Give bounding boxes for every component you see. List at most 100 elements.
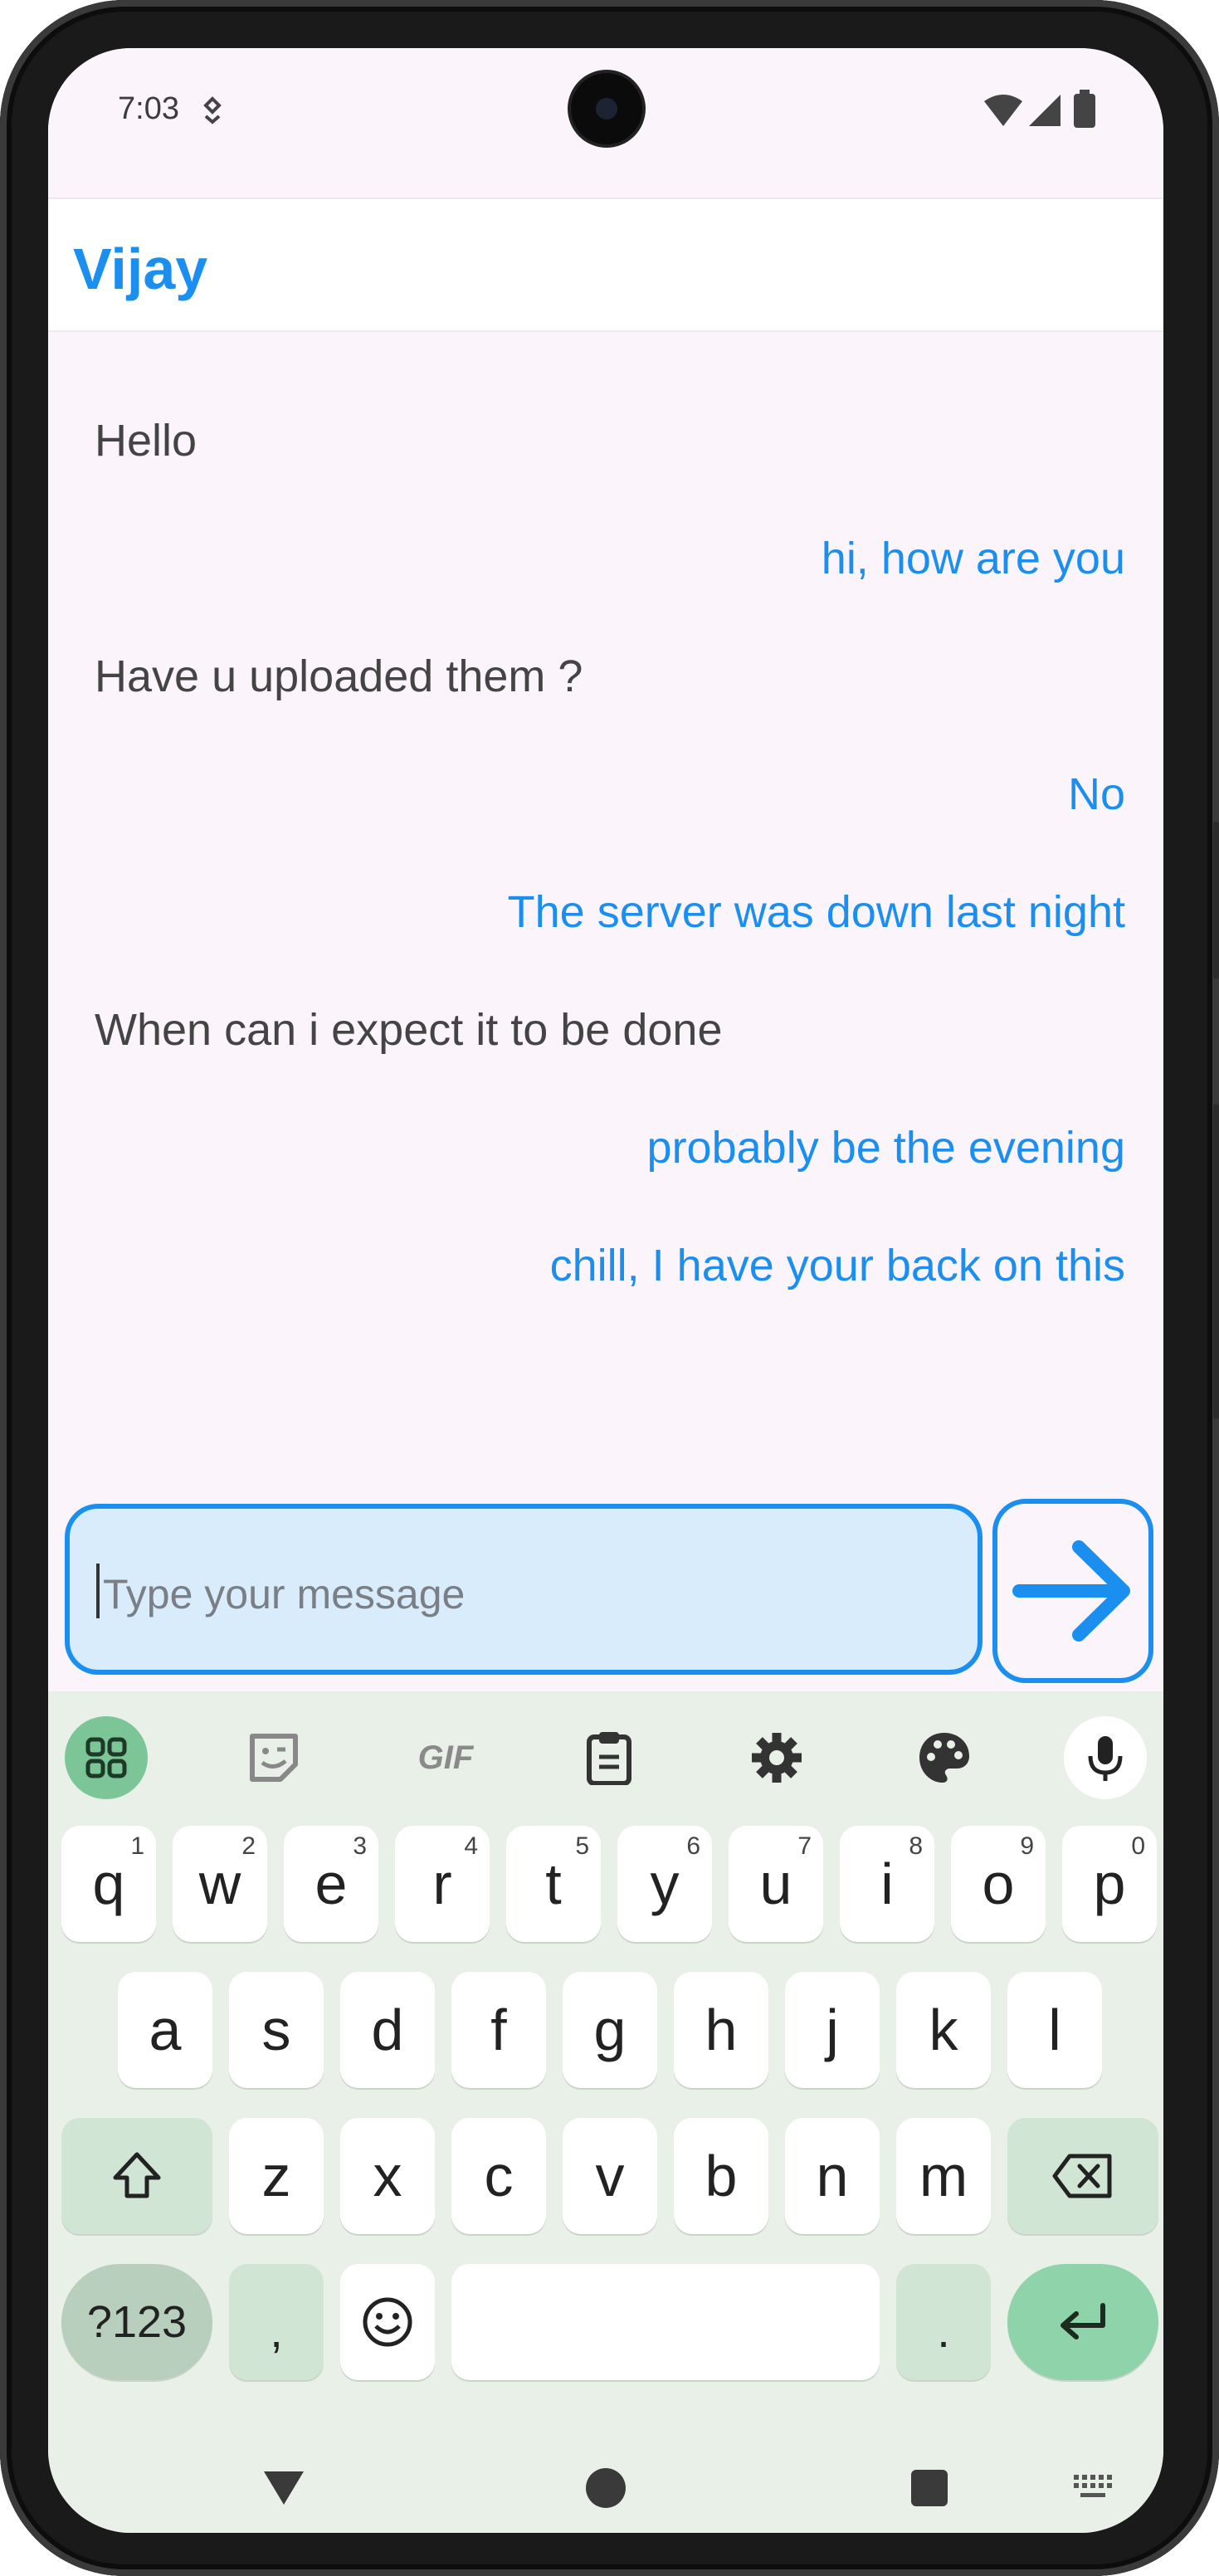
key-label: n bbox=[816, 2144, 849, 2208]
message-outgoing: chill, I have your back on this bbox=[549, 1241, 1125, 1290]
key-k[interactable]: k bbox=[896, 1972, 991, 2088]
key-g[interactable]: g bbox=[563, 1972, 657, 2088]
send-button[interactable] bbox=[992, 1499, 1153, 1683]
navigation-bar bbox=[48, 2450, 1163, 2533]
message-input[interactable]: Type your message bbox=[65, 1504, 983, 1675]
key-w[interactable]: w2 bbox=[173, 1826, 267, 1942]
message-outgoing: No bbox=[1067, 769, 1125, 819]
key-p[interactable]: p0 bbox=[1062, 1826, 1157, 1942]
key-label: i bbox=[880, 1852, 894, 1916]
location-icon bbox=[201, 96, 224, 129]
comma-key[interactable]: , bbox=[229, 2264, 324, 2380]
key-q[interactable]: q1 bbox=[61, 1826, 156, 1942]
palette-icon[interactable] bbox=[903, 1716, 986, 1799]
arrow-right-icon bbox=[1012, 1540, 1130, 1642]
status-bar: 7:03 bbox=[48, 48, 1163, 198]
key-label: b bbox=[705, 2144, 738, 2208]
key-hint: 2 bbox=[241, 1832, 256, 1860]
key-label: m bbox=[919, 2144, 968, 2208]
message-incoming: Hello bbox=[95, 416, 197, 466]
key-f[interactable]: f bbox=[451, 1972, 546, 2088]
key-hint: 5 bbox=[575, 1832, 589, 1860]
key-l[interactable]: l bbox=[1007, 1972, 1102, 2088]
key-label: x bbox=[373, 2144, 402, 2208]
key-hint: 6 bbox=[686, 1832, 700, 1860]
key-label: ?123 bbox=[86, 2297, 188, 2347]
enter-icon bbox=[1061, 2303, 1105, 2339]
key-n[interactable]: n bbox=[785, 2118, 880, 2234]
key-label: o bbox=[982, 1852, 1015, 1916]
volume-button bbox=[1213, 1104, 1219, 1419]
symbols-key[interactable]: ?123 bbox=[61, 2264, 212, 2380]
key-label: v bbox=[595, 2144, 625, 2208]
message-input-placeholder: Type your message bbox=[103, 1571, 466, 1617]
key-label: u bbox=[759, 1852, 792, 1916]
wifi-icon bbox=[984, 95, 1022, 130]
key-label: j bbox=[826, 1998, 839, 2062]
message-list[interactable]: Hello hi, how are you Have u uploaded th… bbox=[48, 332, 1163, 1535]
key-t[interactable]: t5 bbox=[506, 1826, 601, 1942]
key-hint: 4 bbox=[464, 1832, 478, 1860]
space-key[interactable] bbox=[451, 2264, 880, 2380]
shift-key[interactable] bbox=[61, 2118, 212, 2234]
period-key[interactable]: . bbox=[896, 2264, 991, 2380]
key-label: z bbox=[261, 2144, 291, 2208]
power-button bbox=[1213, 822, 1219, 979]
key-label: k bbox=[929, 1998, 958, 2062]
key-d[interactable]: d bbox=[340, 1972, 435, 2088]
key-label: t bbox=[545, 1852, 562, 1916]
key-i[interactable]: i8 bbox=[840, 1826, 934, 1942]
key-label: e bbox=[315, 1852, 348, 1916]
key-label: r bbox=[432, 1852, 452, 1916]
key-o[interactable]: o9 bbox=[951, 1826, 1046, 1942]
apps-grid-icon[interactable] bbox=[65, 1716, 148, 1799]
key-a[interactable]: a bbox=[118, 1972, 212, 2088]
emoji-key[interactable] bbox=[340, 2264, 435, 2380]
sticker-icon[interactable] bbox=[232, 1716, 315, 1799]
contact-name: Vijay bbox=[73, 237, 208, 301]
backspace-key[interactable] bbox=[1007, 2118, 1158, 2234]
key-label: p bbox=[1093, 1852, 1126, 1916]
back-icon[interactable] bbox=[261, 2466, 307, 2510]
key-hint: 8 bbox=[909, 1832, 923, 1860]
key-hint: 9 bbox=[1020, 1832, 1034, 1860]
app-bar: Vijay bbox=[48, 198, 1163, 332]
key-e[interactable]: e3 bbox=[284, 1826, 378, 1942]
key-m[interactable]: m bbox=[896, 2118, 991, 2234]
key-hint: 3 bbox=[353, 1832, 367, 1860]
key-label: l bbox=[1048, 1998, 1061, 2062]
key-v[interactable]: v bbox=[563, 2118, 657, 2234]
enter-key[interactable] bbox=[1007, 2264, 1158, 2380]
gif-icon[interactable]: GIF bbox=[400, 1716, 491, 1799]
key-h[interactable]: h bbox=[674, 1972, 768, 2088]
key-c[interactable]: c bbox=[451, 2118, 546, 2234]
key-z[interactable]: z bbox=[229, 2118, 324, 2234]
key-hint: 7 bbox=[797, 1832, 812, 1860]
key-label: . bbox=[937, 2304, 950, 2357]
keyboard-switch-icon[interactable] bbox=[1072, 2473, 1114, 2505]
backspace-icon bbox=[1052, 2154, 1112, 2198]
message-outgoing: probably be the evening bbox=[646, 1123, 1125, 1173]
mic-icon[interactable] bbox=[1064, 1716, 1147, 1799]
key-u[interactable]: u7 bbox=[729, 1826, 823, 1942]
clipboard-icon[interactable] bbox=[568, 1716, 651, 1799]
key-label: a bbox=[149, 1998, 182, 2062]
key-label: w bbox=[198, 1852, 241, 1916]
gif-label: GIF bbox=[417, 1739, 474, 1776]
key-y[interactable]: y6 bbox=[617, 1826, 712, 1942]
key-j[interactable]: j bbox=[785, 1972, 880, 2088]
key-r[interactable]: r4 bbox=[395, 1826, 490, 1942]
settings-icon[interactable] bbox=[735, 1716, 818, 1799]
home-icon[interactable] bbox=[584, 2466, 627, 2514]
message-incoming: Have u uploaded them ? bbox=[95, 651, 583, 701]
key-label: s bbox=[261, 1998, 291, 2062]
key-label: c bbox=[484, 2144, 514, 2208]
recents-icon[interactable] bbox=[909, 2468, 949, 2512]
key-b[interactable]: b bbox=[674, 2118, 768, 2234]
key-hint: 0 bbox=[1131, 1832, 1145, 1860]
key-label: q bbox=[92, 1852, 125, 1916]
signal-icon bbox=[1029, 95, 1061, 130]
key-s[interactable]: s bbox=[229, 1972, 324, 2088]
phone-frame: 7:03 Vijay Hello h i, how are you Have u … bbox=[0, 0, 1219, 2576]
key-x[interactable]: x bbox=[340, 2118, 435, 2234]
